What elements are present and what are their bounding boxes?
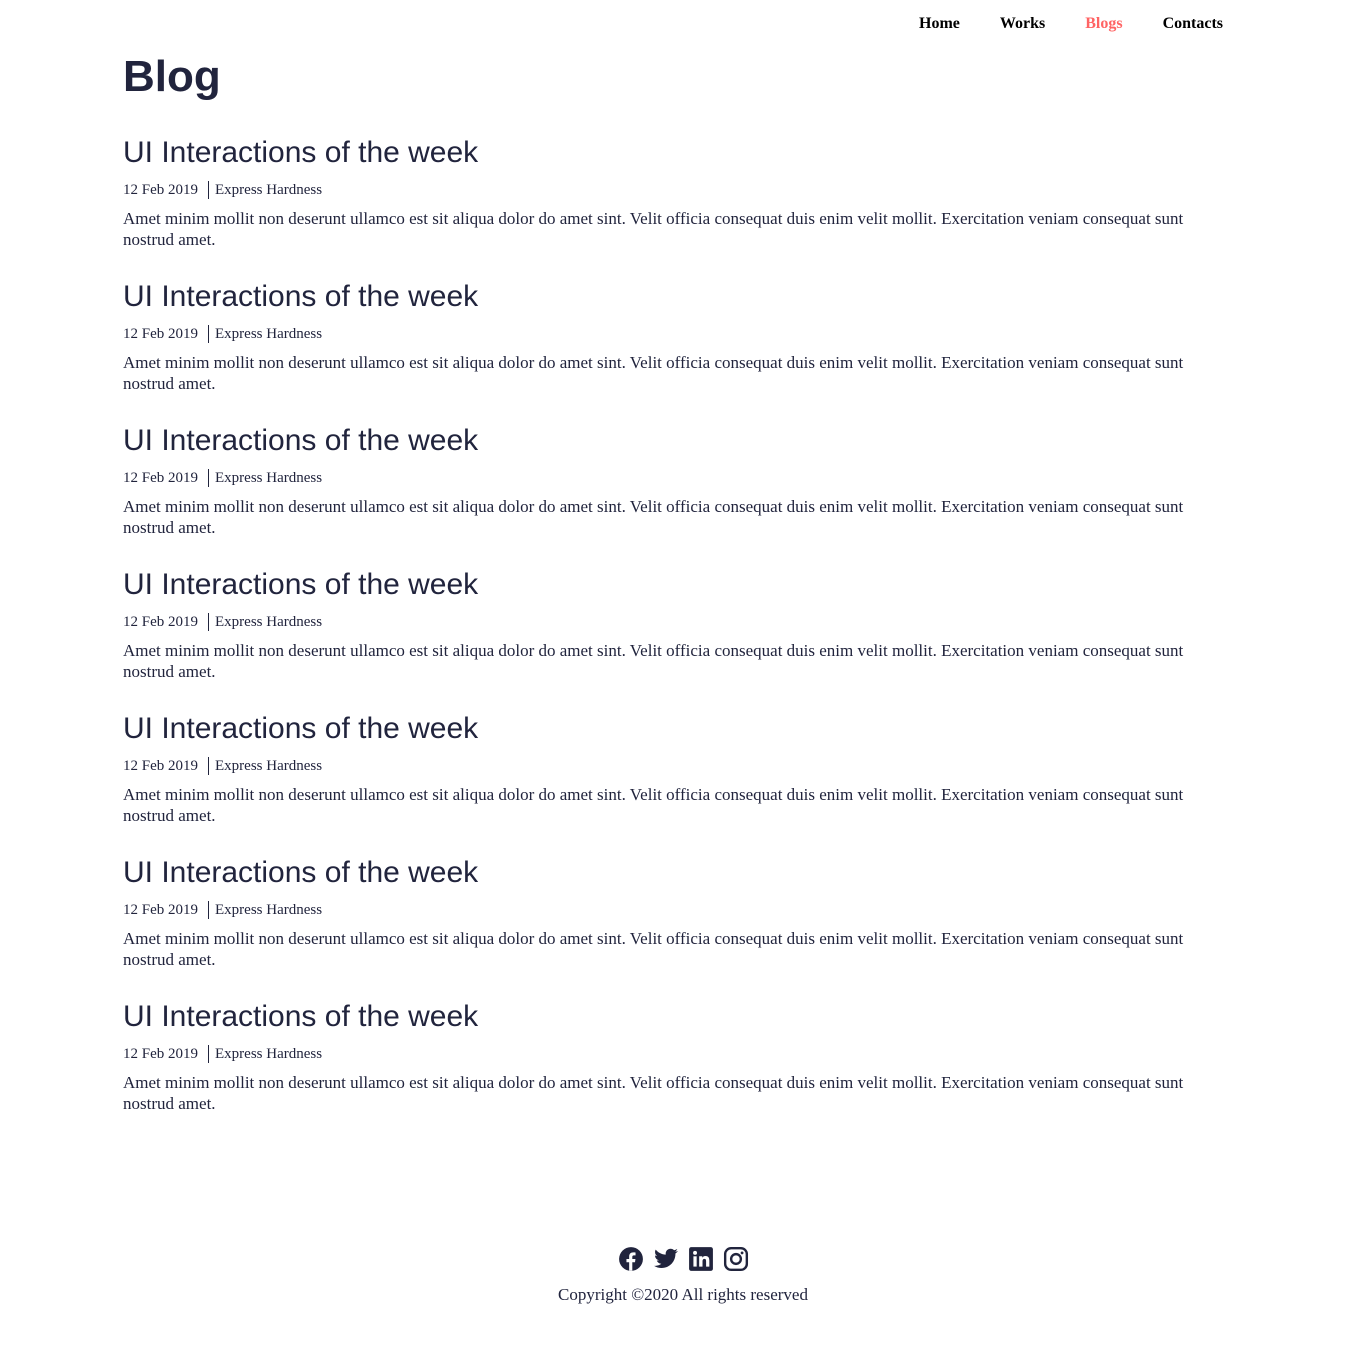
- post-date: 12 Feb 2019: [123, 470, 198, 486]
- meta-divider: [208, 613, 209, 631]
- post-date: 12 Feb 2019: [123, 182, 198, 198]
- post-title[interactable]: UI Interactions of the week: [123, 998, 1223, 1036]
- post-item: UI Interactions of the week 12 Feb 2019 …: [123, 998, 1223, 1142]
- post-meta: 12 Feb 2019 Express Hardness: [123, 324, 1223, 344]
- meta-divider: [208, 469, 209, 487]
- post-title[interactable]: UI Interactions of the week: [123, 134, 1223, 172]
- post-title[interactable]: UI Interactions of the week: [123, 566, 1223, 604]
- post-item: UI Interactions of the week 12 Feb 2019 …: [123, 566, 1223, 710]
- post-category: Express Hardness: [215, 758, 323, 774]
- post-meta: 12 Feb 2019 Express Hardness: [123, 756, 1223, 776]
- post-item: UI Interactions of the week 12 Feb 2019 …: [123, 134, 1223, 278]
- post-excerpt: Amet minim mollit non deserunt ullamco e…: [123, 641, 1184, 681]
- post-excerpt: Amet minim mollit non deserunt ullamco e…: [123, 785, 1184, 825]
- nav-item-works[interactable]: Works: [1000, 14, 1045, 34]
- nav-item-contacts[interactable]: Contacts: [1163, 14, 1223, 34]
- post-meta: 12 Feb 2019 Express Hardness: [123, 1044, 1223, 1064]
- post-date: 12 Feb 2019: [123, 902, 198, 918]
- nav-item-home[interactable]: Home: [919, 14, 960, 34]
- facebook-icon[interactable]: [618, 1246, 644, 1272]
- page-title: Blog: [123, 52, 221, 101]
- meta-divider: [208, 1045, 209, 1063]
- post-category: Express Hardness: [215, 614, 323, 630]
- post-meta: 12 Feb 2019 Express Hardness: [123, 900, 1223, 920]
- meta-divider: [208, 901, 209, 919]
- meta-divider: [208, 757, 209, 775]
- post-list: UI Interactions of the week 12 Feb 2019 …: [123, 134, 1223, 1142]
- post-category: Express Hardness: [215, 470, 323, 486]
- post-title[interactable]: UI Interactions of the week: [123, 278, 1223, 316]
- post-category: Express Hardness: [215, 902, 323, 918]
- post-date: 12 Feb 2019: [123, 614, 198, 630]
- site-footer: Copyright ©2020 All rights reserved: [0, 1244, 1366, 1306]
- post-excerpt: Amet minim mollit non deserunt ullamco e…: [123, 353, 1184, 393]
- post-meta: 12 Feb 2019 Express Hardness: [123, 468, 1223, 488]
- post-category: Express Hardness: [215, 182, 323, 198]
- post-date: 12 Feb 2019: [123, 326, 198, 342]
- post-item: UI Interactions of the week 12 Feb 2019 …: [123, 710, 1223, 854]
- post-title[interactable]: UI Interactions of the week: [123, 854, 1223, 892]
- instagram-icon[interactable]: [723, 1246, 749, 1272]
- post-excerpt: Amet minim mollit non deserunt ullamco e…: [123, 497, 1184, 537]
- post-title[interactable]: UI Interactions of the week: [123, 710, 1223, 748]
- post-date: 12 Feb 2019: [123, 1046, 198, 1062]
- post-item: UI Interactions of the week 12 Feb 2019 …: [123, 422, 1223, 566]
- post-category: Express Hardness: [215, 1046, 323, 1062]
- linkedin-icon[interactable]: [688, 1246, 714, 1272]
- social-links: [0, 1244, 1366, 1274]
- post-title[interactable]: UI Interactions of the week: [123, 422, 1223, 460]
- post-excerpt: Amet minim mollit non deserunt ullamco e…: [123, 209, 1184, 249]
- nav-item-blogs[interactable]: Blogs: [1085, 14, 1122, 34]
- meta-divider: [208, 325, 209, 343]
- copyright-text: Copyright ©2020 All rights reserved: [558, 1285, 808, 1304]
- twitter-icon[interactable]: [653, 1246, 679, 1272]
- post-item: UI Interactions of the week 12 Feb 2019 …: [123, 278, 1223, 422]
- post-date: 12 Feb 2019: [123, 758, 198, 774]
- post-category: Express Hardness: [215, 326, 323, 342]
- post-excerpt: Amet minim mollit non deserunt ullamco e…: [123, 1073, 1184, 1113]
- main-nav: Home Works Blogs Contacts: [919, 14, 1223, 34]
- meta-divider: [208, 181, 209, 199]
- post-meta: 12 Feb 2019 Express Hardness: [123, 180, 1223, 200]
- post-meta: 12 Feb 2019 Express Hardness: [123, 612, 1223, 632]
- post-item: UI Interactions of the week 12 Feb 2019 …: [123, 854, 1223, 998]
- post-excerpt: Amet minim mollit non deserunt ullamco e…: [123, 929, 1184, 969]
